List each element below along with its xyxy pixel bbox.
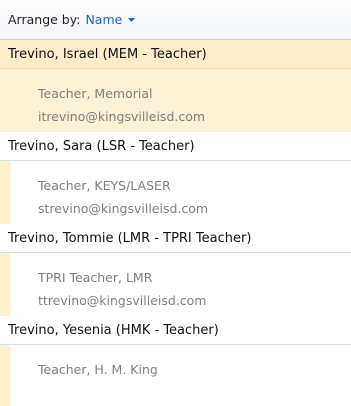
contact-card[interactable]: Trevino, Israel (MEM - Teacher) Teacher,… bbox=[0, 40, 351, 132]
contact-title: Teacher, H. M. King bbox=[38, 362, 158, 377]
contact-card[interactable]: Trevino, Tommie (LMR - TPRI Teacher) TPR… bbox=[0, 224, 351, 316]
contact-details: Teacher, Memorial itrevino@kingsvilleisd… bbox=[0, 69, 351, 132]
contact-list-pane: Arrange by: Name Trevino, Israel (MEM - … bbox=[0, 0, 351, 406]
contact-email: strevino@kingsvilleisd.com bbox=[38, 201, 209, 216]
contact-title: Teacher, Memorial bbox=[38, 86, 153, 101]
contact-name[interactable]: Trevino, Israel (MEM - Teacher) bbox=[0, 40, 351, 69]
contact-name[interactable]: Trevino, Tommie (LMR - TPRI Teacher) bbox=[0, 224, 351, 253]
contact-title: Teacher, KEYS/LASER bbox=[38, 178, 171, 193]
contact-card[interactable]: Trevino, Sara (LSR - Teacher) Teacher, K… bbox=[0, 132, 351, 224]
contact-details: Teacher, H. M. King bbox=[0, 345, 351, 406]
chevron-down-icon bbox=[128, 17, 136, 22]
contact-title: TPRI Teacher, LMR bbox=[38, 270, 153, 285]
contact-email bbox=[38, 381, 351, 404]
contact-email: itrevino@kingsvilleisd.com bbox=[38, 109, 206, 124]
contact-email: ttrevino@kingsvilleisd.com bbox=[38, 293, 207, 308]
contact-card[interactable]: Trevino, Yesenia (HMK - Teacher) Teacher… bbox=[0, 316, 351, 406]
contact-list: Trevino, Israel (MEM - Teacher) Teacher,… bbox=[0, 40, 351, 406]
arrange-by-label: Arrange by: bbox=[8, 12, 81, 27]
contact-details: TPRI Teacher, LMR ttrevino@kingsvilleisd… bbox=[0, 253, 351, 316]
arrange-by-value: Name bbox=[85, 12, 123, 27]
arrange-by-dropdown[interactable]: Name bbox=[85, 12, 136, 27]
contact-details: Teacher, KEYS/LASER strevino@kingsvillei… bbox=[0, 161, 351, 224]
arrange-by-bar: Arrange by: Name bbox=[0, 0, 351, 40]
contact-name[interactable]: Trevino, Sara (LSR - Teacher) bbox=[0, 132, 351, 161]
contact-name[interactable]: Trevino, Yesenia (HMK - Teacher) bbox=[0, 316, 351, 345]
